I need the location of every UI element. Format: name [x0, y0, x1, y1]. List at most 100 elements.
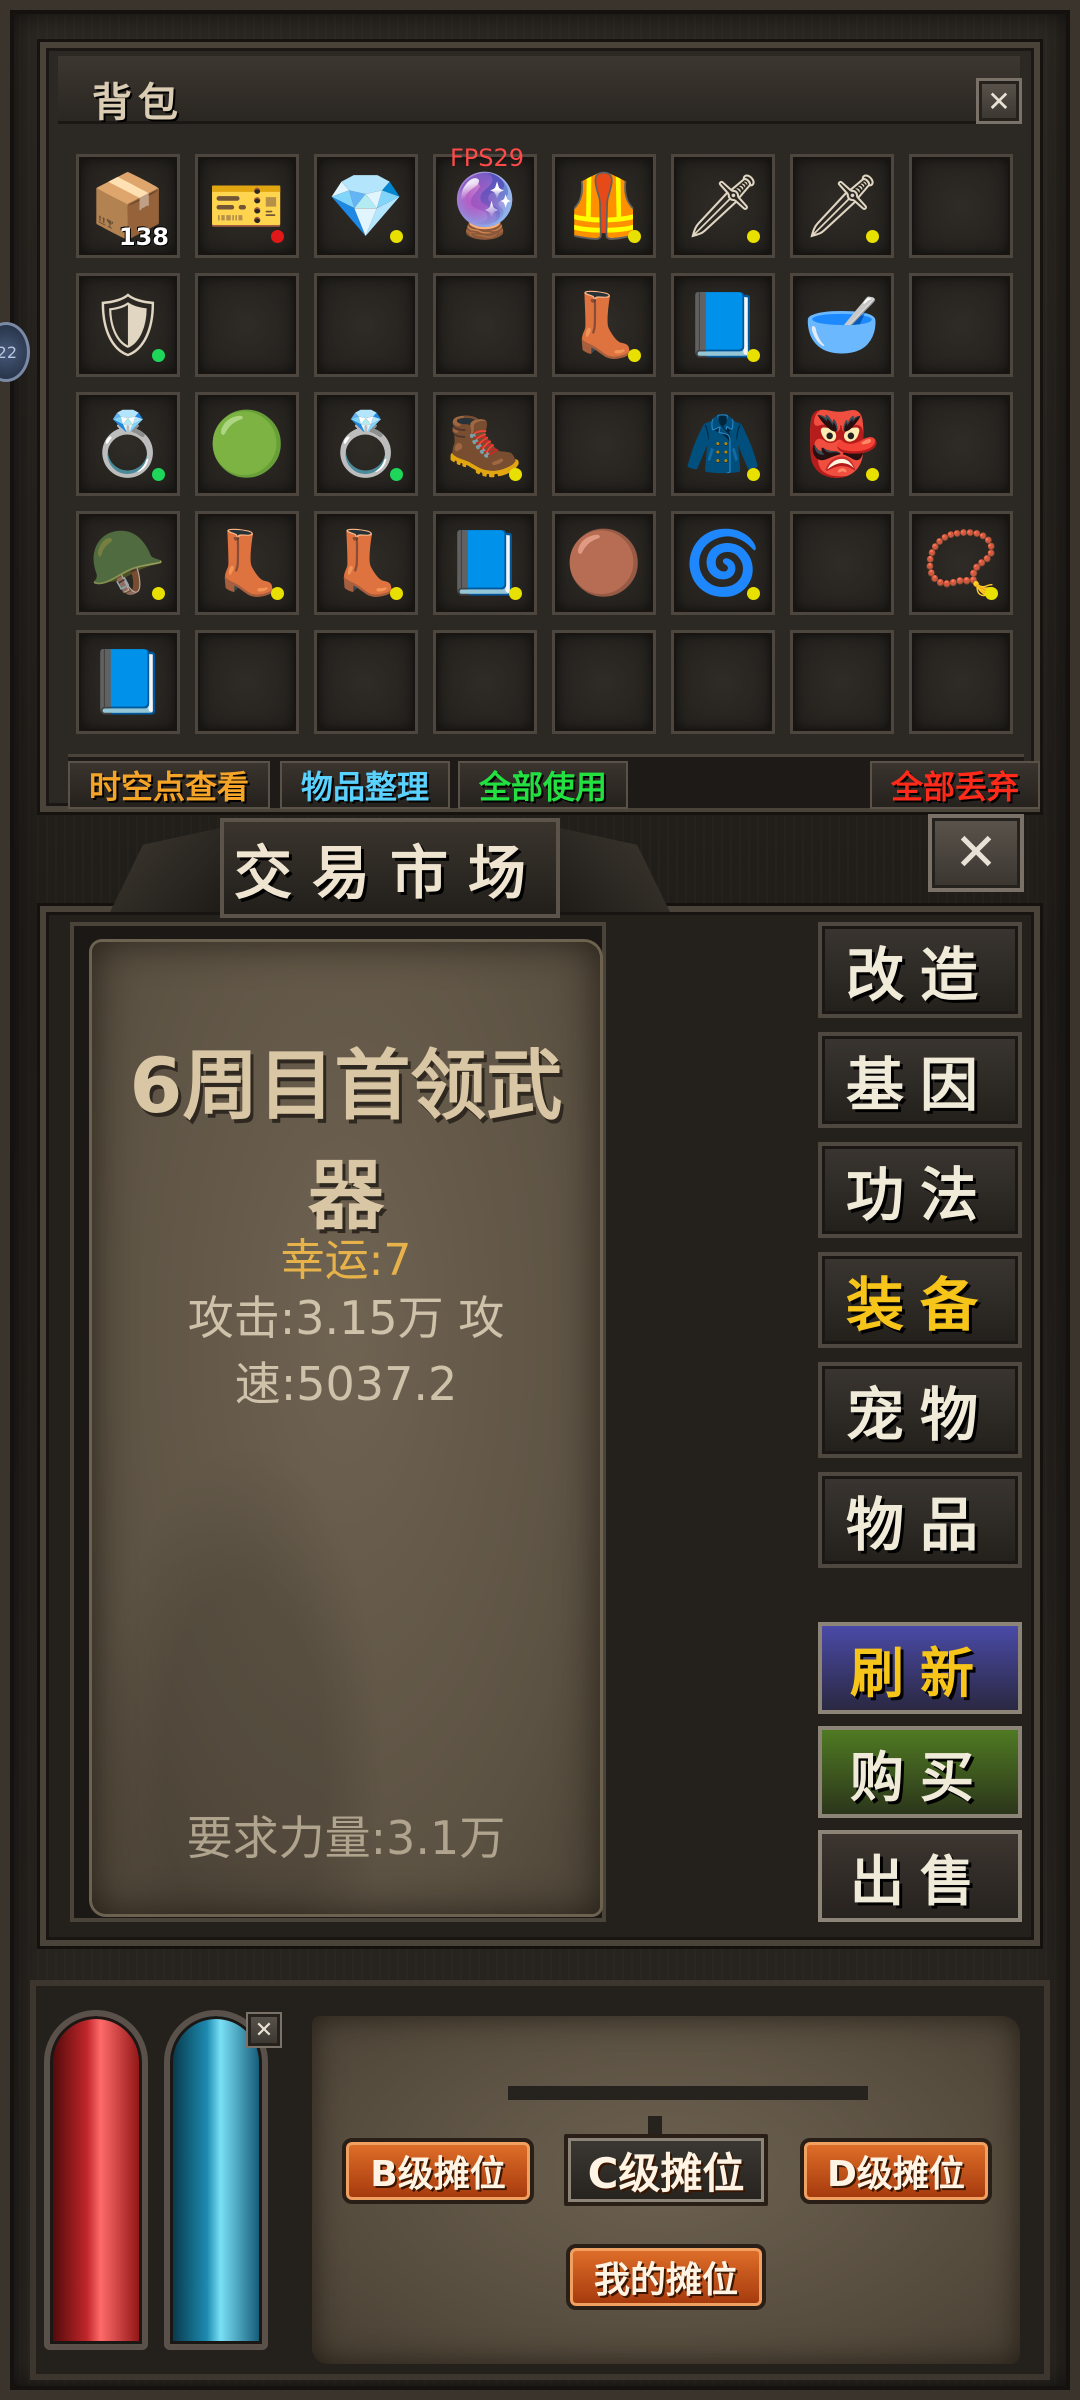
- header-ornament-right: [560, 828, 670, 912]
- view-time-points-button[interactable]: 时空点查看: [68, 761, 270, 809]
- blue-boots-icon: 👢: [327, 526, 405, 599]
- quality-dot: [390, 587, 403, 600]
- skill-book-icon: 📘: [89, 645, 167, 718]
- stall-connector: [508, 2086, 868, 2100]
- backpack-action-bar: 时空点查看 物品整理 全部使用 全部丢弃: [68, 754, 1040, 809]
- claw-weapon-icon: 🗡: [802, 169, 882, 242]
- inventory-slot[interactable]: 🦺: [552, 154, 656, 258]
- inventory-slot[interactable]: 👢: [314, 511, 418, 615]
- quality-dot: [866, 468, 879, 481]
- backpack-header: 背包 ✕: [58, 56, 1022, 126]
- inventory-slot[interactable]: [195, 273, 299, 377]
- inventory-slot[interactable]: 🪖: [76, 511, 180, 615]
- quality-dot: [866, 230, 879, 243]
- inventory-slot[interactable]: [433, 273, 537, 377]
- category-tab[interactable]: 基因: [818, 1032, 1022, 1128]
- item-luck-stat: 幸运:7: [280, 1235, 412, 1286]
- stall-close-button[interactable]: ✕: [246, 2012, 282, 2048]
- quality-dot: [628, 349, 641, 362]
- trade-market-panel: 6周目首领武器 幸运:7 攻击:3.15万 攻速:5037.2 要求力量:3.1…: [40, 906, 1040, 1946]
- inventory-slot[interactable]: 🥾: [433, 392, 537, 496]
- inventory-slot[interactable]: [314, 630, 418, 734]
- inventory-slot[interactable]: 📦 138: [76, 154, 180, 258]
- inventory-slot[interactable]: [314, 273, 418, 377]
- refresh-button[interactable]: 刷新: [818, 1622, 1022, 1714]
- inventory-slot[interactable]: [790, 630, 894, 734]
- potion-bowl-icon: 🥣: [803, 288, 881, 361]
- inventory-slot[interactable]: 📘: [671, 273, 775, 377]
- inventory-slot[interactable]: 🛡: [76, 273, 180, 377]
- inventory-slot[interactable]: 💎: [314, 154, 418, 258]
- inventory-slot[interactable]: 👢: [552, 273, 656, 377]
- red-armor-icon: 🧥: [684, 407, 762, 480]
- quality-dot: [509, 468, 522, 481]
- claw-weapon-icon: 🗡: [683, 169, 763, 242]
- sort-items-button[interactable]: 物品整理: [280, 761, 450, 809]
- inventory-slot[interactable]: 🗡: [790, 154, 894, 258]
- quality-dot: [747, 349, 760, 362]
- skill-book-icon: 📘: [684, 288, 762, 361]
- gold-greaves-icon: 🥾: [446, 407, 524, 480]
- inventory-slot[interactable]: 🟤: [552, 511, 656, 615]
- inventory-slot[interactable]: 💍: [76, 392, 180, 496]
- category-tab[interactable]: 物品: [818, 1472, 1022, 1568]
- my-stall-button[interactable]: 我的摊位: [566, 2244, 766, 2310]
- inventory-slot[interactable]: [909, 392, 1013, 496]
- inventory-slot[interactable]: 🟢: [195, 392, 299, 496]
- inventory-slot[interactable]: 🎫: [195, 154, 299, 258]
- inventory-grid: 📦 138 🎫 💎 🔮 🦺 🗡 🗡 🛡 👢 📘 🥣 💍 🟢 💍 🥾 🧥 👺 🪖 👢 👢 📘 🟤 🌀 📿 📘: [76, 154, 1013, 734]
- blue-crystal-icon: 💎: [327, 169, 405, 242]
- health-vial: [44, 2010, 148, 2350]
- gold-ring-icon: 💍: [327, 407, 405, 480]
- jade-stone-icon: 🟢: [208, 407, 286, 480]
- quality-dot: [390, 468, 403, 481]
- trade-market-header: 交易市场: [70, 818, 710, 918]
- inventory-slot[interactable]: [433, 630, 537, 734]
- backpack-title: 背包: [92, 80, 184, 126]
- inventory-slot[interactable]: 🥣: [790, 273, 894, 377]
- inventory-slot[interactable]: [909, 630, 1013, 734]
- backpack-close-button[interactable]: ✕: [976, 78, 1022, 124]
- white-armor-icon: 🦺: [565, 169, 643, 242]
- mana-vial: [164, 2010, 268, 2350]
- inventory-slot[interactable]: 👢: [195, 511, 299, 615]
- inventory-slot[interactable]: [671, 630, 775, 734]
- category-tab[interactable]: 宠物: [818, 1362, 1022, 1458]
- item-name: 6周目首领武器: [129, 1041, 563, 1240]
- inventory-slot[interactable]: 👺: [790, 392, 894, 496]
- category-tab[interactable]: 功法: [818, 1142, 1022, 1238]
- inventory-slot[interactable]: 💍: [314, 392, 418, 496]
- inventory-slot[interactable]: [790, 511, 894, 615]
- inventory-slot[interactable]: 🗡: [671, 154, 775, 258]
- green-mask-icon: 👺: [803, 407, 881, 480]
- inventory-slot[interactable]: 📘: [76, 630, 180, 734]
- inventory-slot[interactable]: 🧥: [671, 392, 775, 496]
- inventory-slot[interactable]: 🌀: [671, 511, 775, 615]
- market-close-button[interactable]: ✕: [928, 814, 1024, 892]
- inventory-slot[interactable]: [552, 630, 656, 734]
- gold-helmet-icon: 🪖: [89, 526, 167, 599]
- use-all-button[interactable]: 全部使用: [458, 761, 628, 809]
- inventory-slot[interactable]: 📘: [433, 511, 537, 615]
- inventory-slot[interactable]: [552, 392, 656, 496]
- stall-card: B级摊位 C级摊位 D级摊位 我的摊位: [312, 2016, 1020, 2364]
- inventory-slot[interactable]: [195, 630, 299, 734]
- discard-all-button[interactable]: 全部丢弃: [870, 761, 1040, 809]
- d-grade-stall-button[interactable]: D级摊位: [800, 2138, 992, 2204]
- sell-button[interactable]: 出售: [818, 1830, 1022, 1922]
- backpack-panel: 背包 ✕ 📦 138 🎫 💎 🔮 🦺 🗡 🗡 🛡 👢 📘 🥣 💍 🟢 💍 🥾 🧥 👺 🪖 👢 👢 📘 🟤 🌀 📿 📘 时空点查看 …: [40, 42, 1040, 812]
- buy-button[interactable]: 购买: [818, 1726, 1022, 1818]
- gold-necklace-icon: 📿: [922, 526, 1000, 599]
- inventory-slot[interactable]: [909, 273, 1013, 377]
- category-tab[interactable]: 改造: [818, 922, 1022, 1018]
- quality-dot: [390, 230, 403, 243]
- c-grade-stall-button[interactable]: C级摊位: [564, 2134, 768, 2206]
- inventory-slot[interactable]: [909, 154, 1013, 258]
- inventory-slot[interactable]: 📿: [909, 511, 1013, 615]
- header-ornament-left: [110, 828, 220, 912]
- b-grade-stall-button[interactable]: B级摊位: [342, 2138, 534, 2204]
- category-tab[interactable]: 装备: [818, 1252, 1022, 1348]
- red-boots-icon: 👢: [565, 288, 643, 361]
- quality-dot: [271, 587, 284, 600]
- item-detail-card: 6周目首领武器 幸运:7 攻击:3.15万 攻速:5037.2 要求力量:3.1…: [92, 942, 600, 1914]
